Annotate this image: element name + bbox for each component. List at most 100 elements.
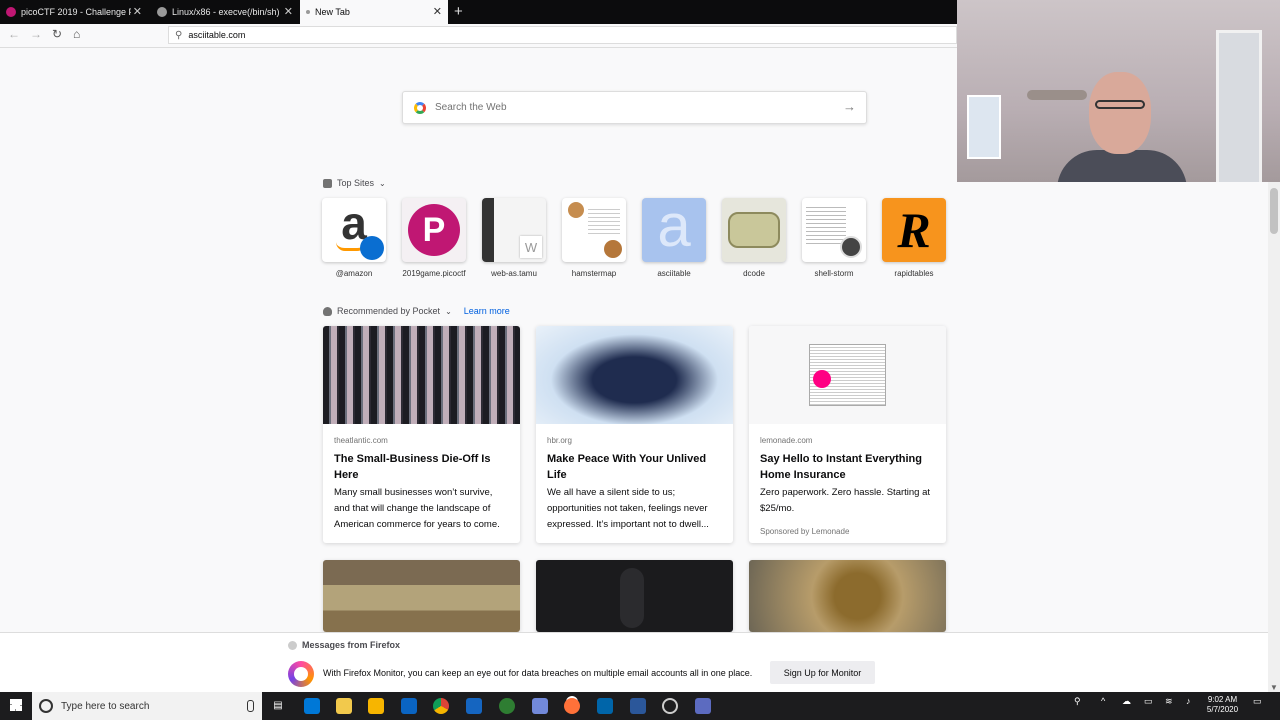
pocket-card-hbr[interactable]: hbr.org Make Peace With Your Unlived Lif… [536, 326, 733, 543]
pocket-card-atlantic[interactable]: theatlantic.com The Small-Business Die-O… [323, 326, 520, 543]
article-excerpt: We all have a silent side to us; opportu… [547, 487, 709, 530]
chevron-down-icon[interactable]: ⌄ [445, 307, 452, 316]
room-window [967, 95, 1001, 159]
chevron-up-icon[interactable]: ^ [1101, 696, 1105, 706]
app2-icon[interactable] [662, 698, 678, 714]
firefox-message-bar: Messages from Firefox With Firefox Monit… [0, 632, 1268, 693]
notification-icon[interactable]: ▭ [1253, 696, 1262, 707]
top-site-amazon[interactable]: a @amazon [322, 198, 386, 278]
tamu-letter: W [520, 236, 542, 258]
volume-icon[interactable]: ♪ [1186, 696, 1191, 706]
top-site-asciitable[interactable]: a asciitable [642, 198, 706, 278]
web-search-box[interactable]: Search the Web → [402, 91, 867, 124]
close-icon[interactable]: ✕ [433, 5, 442, 18]
google-icon [414, 101, 426, 114]
top-site-shell-storm[interactable]: shell-storm [802, 198, 866, 278]
scrollbar-thumb[interactable] [1270, 188, 1278, 234]
chevron-down-icon: ⌄ [379, 178, 386, 188]
top-sites-header[interactable]: Top Sites ⌄ [323, 178, 386, 188]
picoctf-logo-icon: P [402, 198, 466, 262]
top-site-dcode[interactable]: dcode [722, 198, 786, 278]
article-image [749, 560, 946, 632]
microphone-icon[interactable] [247, 700, 254, 712]
task-view-icon[interactable]: ▤ [270, 698, 286, 714]
discord-icon[interactable] [532, 698, 548, 714]
asciitable-logo-icon: a [642, 198, 706, 262]
page-favicon-icon [306, 10, 310, 14]
sign-up-monitor-button[interactable]: Sign Up for Monitor [770, 661, 875, 684]
article-excerpt: Many small businesses won’t survive, and… [334, 487, 500, 530]
page-scrollbar[interactable]: ▼ [1268, 182, 1280, 692]
remote-icon[interactable] [466, 698, 482, 714]
forward-arrow-icon[interactable]: → [30, 27, 42, 41]
home-icon[interactable]: ⌂ [73, 27, 80, 41]
tab-title: New Tab [315, 7, 350, 17]
top-site-label: hamstermap [571, 269, 617, 278]
clock-date: 5/7/2020 [1206, 705, 1239, 714]
tab-title: picoCTF 2019 - Challenge Prob [21, 7, 131, 17]
pocket-card-6[interactable] [749, 560, 946, 632]
url-text: asciitable.com [188, 30, 246, 40]
firefox-icon[interactable] [564, 698, 580, 714]
battery-icon[interactable]: ▭ [1144, 696, 1153, 707]
top-site-label: asciitable [657, 269, 691, 278]
sponsored-label: Sponsored by Lemonade [760, 527, 850, 536]
navigation-toolbar: ← → ↻ ⌂ ⚲ asciitable.com [0, 24, 957, 48]
reload-icon[interactable]: ↻ [52, 27, 62, 41]
article-title: Make Peace With Your Unlived Life [547, 453, 707, 481]
tab-new-tab[interactable]: New Tab ✕ [300, 0, 448, 24]
word-icon[interactable] [630, 698, 646, 714]
arrow-right-icon[interactable]: → [843, 99, 856, 114]
back-arrow-icon[interactable]: ← [8, 27, 20, 41]
new-tab-plus-icon[interactable]: + [454, 3, 463, 20]
tab-exploit-db[interactable]: Linux/x86 - execve(/bin/sh) - 2 ✕ [151, 0, 299, 24]
top-site-hamstermap[interactable]: hamstermap [562, 198, 626, 278]
top-site-label: @amazon [335, 269, 373, 278]
url-bar[interactable]: ⚲ asciitable.com [168, 26, 957, 44]
mail-icon[interactable] [401, 698, 417, 714]
pocket-card-5[interactable] [536, 560, 733, 632]
app-icon[interactable] [499, 698, 515, 714]
close-icon[interactable]: ✕ [133, 5, 142, 18]
article-image [323, 326, 520, 424]
webcam-overlay [957, 0, 1280, 182]
rapidtables-letter: R [897, 202, 931, 258]
top-site-tamu[interactable]: W web-as.tamu [482, 198, 546, 278]
clock-time: 9:02 AM [1207, 695, 1238, 704]
article-source: theatlantic.com [334, 436, 388, 445]
pocket-header-label[interactable]: Recommended by Pocket [337, 306, 440, 316]
learn-more-link[interactable]: Learn more [464, 306, 510, 316]
tab-picoctf[interactable]: picoCTF 2019 - Challenge Prob ✕ [0, 0, 148, 24]
clock-icon [840, 236, 862, 258]
people-icon[interactable]: ⚲ [1074, 696, 1081, 707]
pocket-header: Recommended by Pocket ⌄ Learn more [323, 306, 510, 316]
app3-icon[interactable] [695, 698, 711, 714]
hamster-icon [604, 240, 622, 258]
pocket-card-lemonade[interactable]: lemonade.com Say Hello to Instant Everyt… [749, 326, 946, 543]
system-clock[interactable]: 9:02 AM 5/7/2020 [1195, 695, 1250, 715]
windows-start-icon[interactable] [10, 699, 22, 711]
vscode-icon[interactable] [597, 698, 613, 714]
top-site-rapidtables[interactable]: R rapidtables [882, 198, 946, 278]
wifi-icon[interactable]: ≋ [1165, 696, 1173, 707]
article-excerpt: Zero paperwork. Zero hassle. Starting at… [760, 487, 931, 514]
search-badge-icon [360, 236, 384, 260]
edge-icon[interactable] [304, 698, 320, 714]
top-sites-label: Top Sites [337, 178, 375, 188]
store-icon[interactable] [368, 698, 384, 714]
article-image [536, 326, 733, 424]
top-site-picoctf[interactable]: P 2019game.picoctf [402, 198, 466, 278]
close-icon[interactable]: ✕ [284, 5, 293, 18]
tab-title: Linux/x86 - execve(/bin/sh) - 2 [172, 7, 282, 17]
top-site-label: 2019game.picoctf [402, 269, 466, 278]
thumb-sidebar [482, 198, 494, 262]
pocket-card-4[interactable] [323, 560, 520, 632]
shellstorm-thumbnail-icon [802, 198, 866, 262]
picoctf-favicon-icon [6, 7, 16, 17]
scroll-down-arrow-icon[interactable]: ▼ [1270, 683, 1278, 692]
ceiling-fan [1027, 90, 1087, 100]
taskbar-search-box[interactable]: Type here to search [32, 692, 262, 720]
chrome-icon[interactable] [433, 698, 449, 714]
file-explorer-icon[interactable] [336, 698, 352, 714]
cloud-icon[interactable]: ☁ [1122, 696, 1131, 707]
